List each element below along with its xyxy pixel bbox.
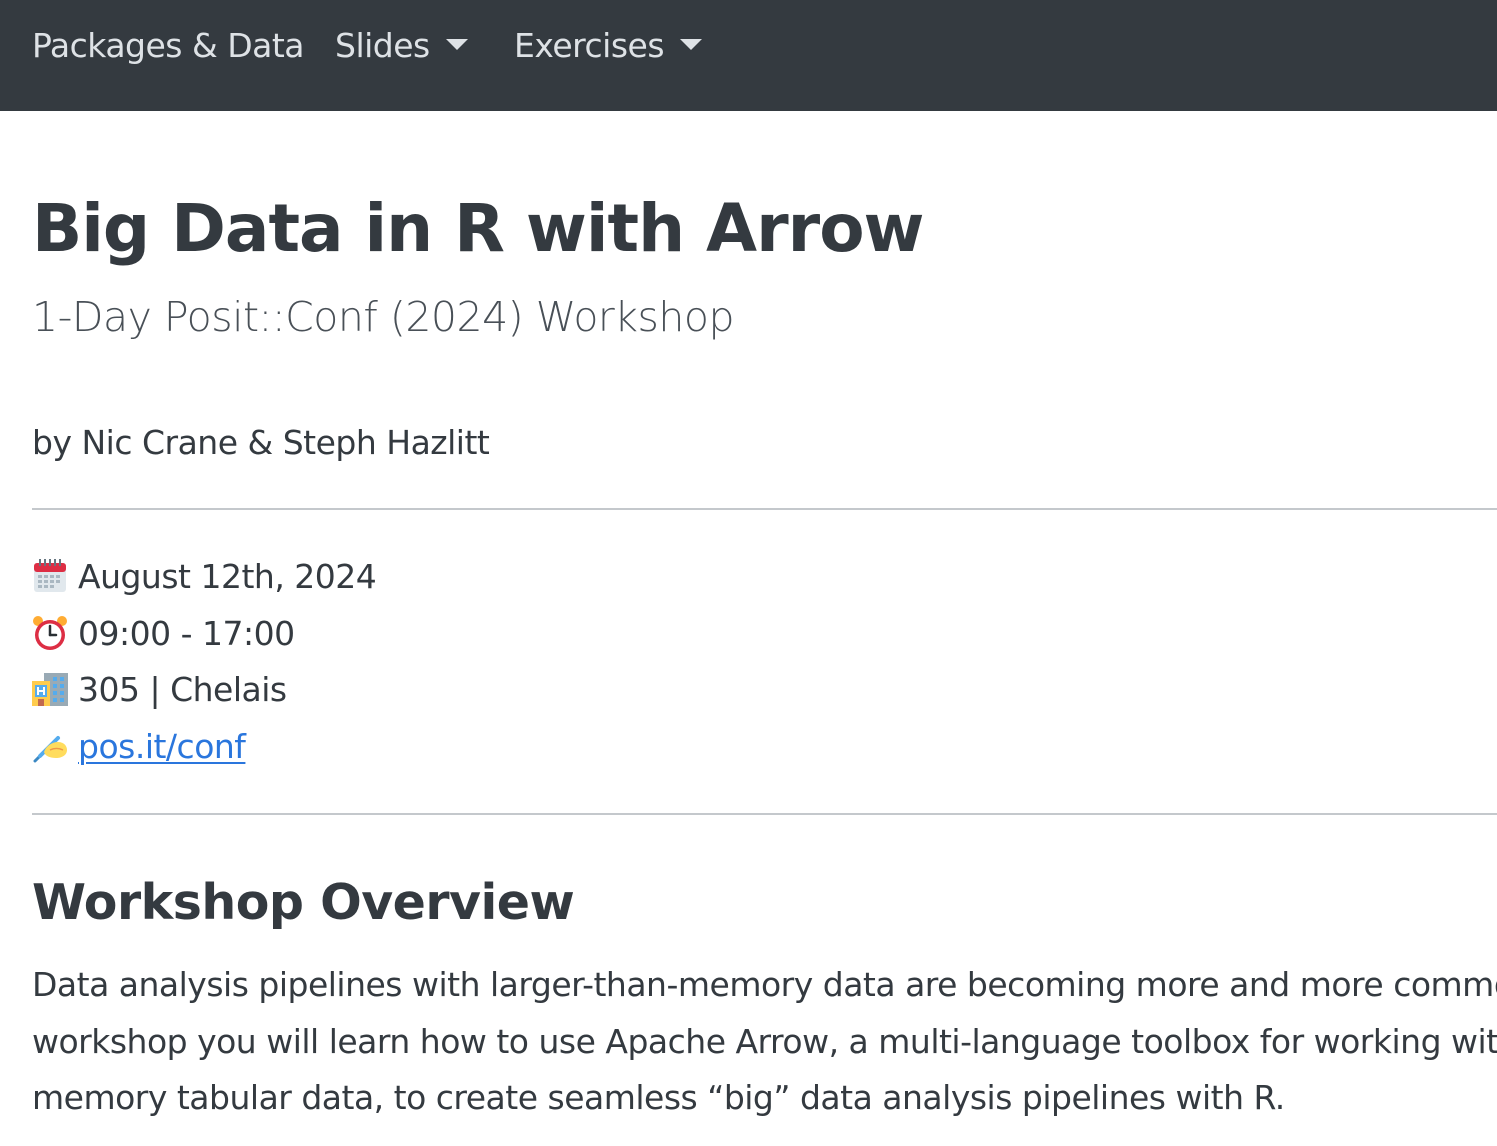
section-heading-overview: Workshop Overview [32, 874, 575, 931]
divider [32, 813, 1497, 815]
writing-hand-icon [32, 728, 68, 764]
info-link: pos.it/conf [32, 721, 246, 773]
chevron-down-icon [445, 39, 468, 50]
chevron-down-icon [680, 39, 703, 50]
info-room: 305 | Chelais [32, 664, 287, 716]
paragraph-line: memory tabular data, to create seamless … [32, 1078, 1285, 1117]
nav-packages-data[interactable]: Packages & Data [32, 22, 305, 70]
info-date-text: August 12th, 2024 [78, 557, 377, 596]
info-time-text: 09:00 - 17:00 [78, 614, 295, 653]
calendar-icon [32, 558, 68, 594]
overview-paragraph: Data analysis pipelines with larger-than… [32, 957, 1497, 1127]
paragraph-line: Data analysis pipelines with larger-than… [32, 965, 1497, 1004]
author-line: by Nic Crane & Steph Hazlitt [32, 423, 490, 462]
nav-packages-data-label: Packages & Data [32, 26, 305, 65]
page-title: Big Data in R with Arrow [32, 190, 925, 267]
nav-exercises-dropdown[interactable]: Exercises [514, 22, 703, 70]
hotel-building-icon [32, 671, 68, 707]
info-date: August 12th, 2024 [32, 551, 377, 603]
paragraph-line: workshop you will learn how to use Apach… [32, 1021, 1497, 1061]
alarm-clock-icon [32, 615, 68, 651]
top-navbar: Packages & Data Slides Exercises [0, 0, 1497, 111]
info-time: 09:00 - 17:00 [32, 608, 295, 660]
conf-link[interactable]: pos.it/conf [78, 727, 246, 766]
nav-slides-label: Slides [335, 26, 430, 65]
nav-slides-dropdown[interactable]: Slides [335, 22, 468, 70]
page-subtitle: 1-Day Posit::Conf (2024) Workshop [32, 293, 734, 341]
nav-exercises-label: Exercises [514, 26, 665, 65]
divider [32, 508, 1497, 510]
info-room-text: 305 | Chelais [78, 670, 287, 709]
